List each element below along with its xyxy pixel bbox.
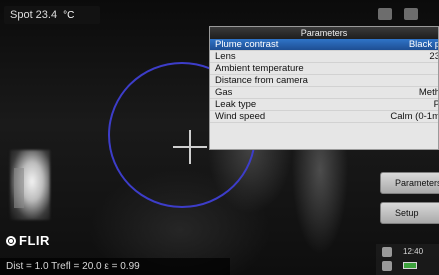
param-row-ambient-temperature[interactable]: Ambient temperature [210, 63, 438, 75]
crosshair-vertical [189, 130, 191, 164]
panel-title: Parameters [210, 27, 438, 39]
param-row-value: P [434, 99, 438, 110]
brand-text: FLIR [19, 233, 50, 248]
param-row-gas[interactable]: Gas Meth [210, 87, 438, 99]
param-row-label: Lens [215, 51, 236, 62]
brand-logo: FLIR [6, 233, 50, 248]
param-row-value: Black p [408, 39, 439, 50]
clock: 12:40 [403, 247, 424, 256]
param-row-value: Meth [418, 87, 439, 98]
param-row-label: Ambient temperature [215, 63, 304, 74]
status-line: Dist = 1.0 Trefl = 20.0 ε = 0.99 [0, 258, 230, 275]
menu-icon[interactable] [404, 8, 418, 20]
param-row-label: Leak type [215, 99, 257, 110]
param-row-plume-contrast[interactable]: Plume contrast Black p [210, 39, 438, 51]
param-row-lens[interactable]: Lens 23 [210, 51, 438, 63]
param-row-label: Distance from camera [215, 75, 308, 86]
thermal-camera-screen: Spot 23.4 °C Parameters Plume contrast B… [0, 0, 439, 275]
settings-icon[interactable] [378, 8, 392, 20]
param-row-label: Gas [215, 87, 233, 98]
param-row-distance-from-camera[interactable]: Distance from camera [210, 75, 438, 87]
spot-unit: °C [63, 9, 75, 21]
parameters-button[interactable]: Parameters [380, 172, 439, 194]
status-area: 12:40 [376, 244, 439, 275]
param-row-value: Calm (0-1m [390, 111, 439, 122]
spot-label: Spot 23.4 [10, 9, 58, 21]
spot-temperature-readout: Spot 23.4 °C [4, 6, 100, 24]
setup-button[interactable]: Setup [380, 202, 439, 224]
param-row-value: 23 [429, 51, 439, 62]
param-row-wind-speed[interactable]: Wind speed Calm (0-1m [210, 111, 438, 123]
top-right-icons [378, 8, 418, 20]
param-row-label: Wind speed [215, 111, 266, 122]
hot-object-edge [14, 168, 24, 208]
param-row-leak-type[interactable]: Leak type P [210, 99, 438, 111]
camera-icon[interactable] [382, 247, 392, 257]
storage-icon[interactable] [382, 261, 392, 271]
battery-icon [403, 262, 417, 269]
parameters-panel: Parameters Plume contrast Black p Lens 2… [209, 26, 439, 150]
param-row-label: Plume contrast [215, 39, 279, 50]
flir-logo-icon [6, 235, 16, 246]
